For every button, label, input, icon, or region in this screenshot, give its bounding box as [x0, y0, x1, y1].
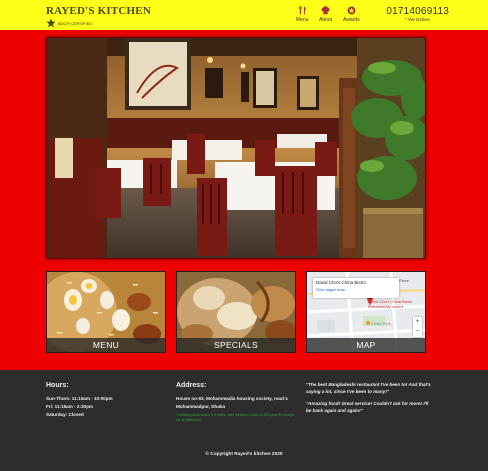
zoom-out-icon[interactable]: − — [413, 327, 422, 337]
hours-section: Hours: Sun-Thurs: 11:15am - 10:00pm Fri:… — [46, 382, 113, 419]
nav-about-label: About — [319, 17, 333, 23]
delivery-note: * We Deliver — [405, 17, 431, 22]
map-place-tab[interactable]: Place — [399, 278, 409, 283]
brand-logo[interactable]: RAYED'S KITCHEN — [46, 5, 151, 17]
address-title: Address: — [176, 382, 207, 389]
map-zoom-control[interactable]: + − — [413, 317, 422, 337]
certification-text: BDCFI CERTIFIED — [58, 20, 93, 26]
testimonial-quote: "Amazing food! Great service! Couldn't a… — [306, 401, 429, 413]
map-place-title: David Chu's China Bistro — [316, 280, 366, 285]
specials-card[interactable]: SPECIALS — [176, 271, 296, 353]
address-line: Mohammadpur, Dhaka — [176, 404, 226, 409]
phone-block[interactable]: 01714069113 * We Deliver — [386, 6, 449, 22]
certification-badge: BDCFI CERTIFIED — [46, 18, 92, 28]
nav-about[interactable]: About — [319, 6, 332, 23]
hours-line: Sun-Thurs: 11:15am - 10:00pm — [46, 396, 113, 401]
copyright-text: © Copyright Rayed's kitchen 2020 — [205, 452, 283, 457]
header: RAYED'S KITCHEN BDCFI CERTIFIED Menu Abo… — [0, 0, 488, 30]
hero-image — [46, 37, 426, 259]
hours-title: Hours: — [46, 382, 69, 389]
nav-awards-label: Awards — [343, 17, 360, 23]
map-card-label: MAP — [307, 338, 425, 352]
zoom-in-icon[interactable]: + — [413, 317, 422, 327]
star-icon — [46, 18, 56, 28]
testimonial-quote: "The best Bangladeshi restaurant I've be… — [306, 382, 431, 394]
fork-knife-icon — [298, 6, 306, 15]
map-pin-label: David Chu's China Bistro Permanently clo… — [368, 299, 413, 309]
nav-menu[interactable]: Menu — [296, 6, 309, 23]
restaurant-interior-image — [47, 38, 425, 258]
specials-card-label: SPECIALS — [177, 338, 295, 352]
address-line: House no-93, Mohammadia housing society,… — [176, 396, 288, 401]
phone-number[interactable]: 01714069113 — [386, 6, 449, 17]
award-icon — [347, 6, 356, 15]
nav-menu-label: Menu — [296, 17, 309, 23]
chef-hat-icon — [321, 6, 330, 15]
hours-line: Saturday: Closed — [46, 412, 84, 417]
footer: Hours: Sun-Thurs: 11:15am - 10:00pm Fri:… — [0, 370, 488, 471]
map-card[interactable]: David Chu's China Bistro View larger map… — [306, 271, 426, 353]
map-secondary-place: China Park — [371, 321, 391, 326]
view-larger-map-link[interactable]: View larger map — [316, 287, 396, 292]
testimonials-section: "The best Bangladeshi restaurant I've be… — [306, 382, 434, 420]
address-section: Address: House no-93, Mohammadia housing… — [176, 382, 298, 423]
delivery-note-text: * Delivery area within 3-4 miles, with m… — [176, 413, 295, 422]
menu-card-label: MENU — [47, 338, 165, 352]
hours-line: Fri: 11:15am - 2:30pm — [46, 404, 93, 409]
menu-card[interactable]: MENU — [46, 271, 166, 353]
map-info-box: David Chu's China Bistro View larger map — [313, 278, 399, 298]
nav-awards[interactable]: Awards — [343, 6, 360, 23]
